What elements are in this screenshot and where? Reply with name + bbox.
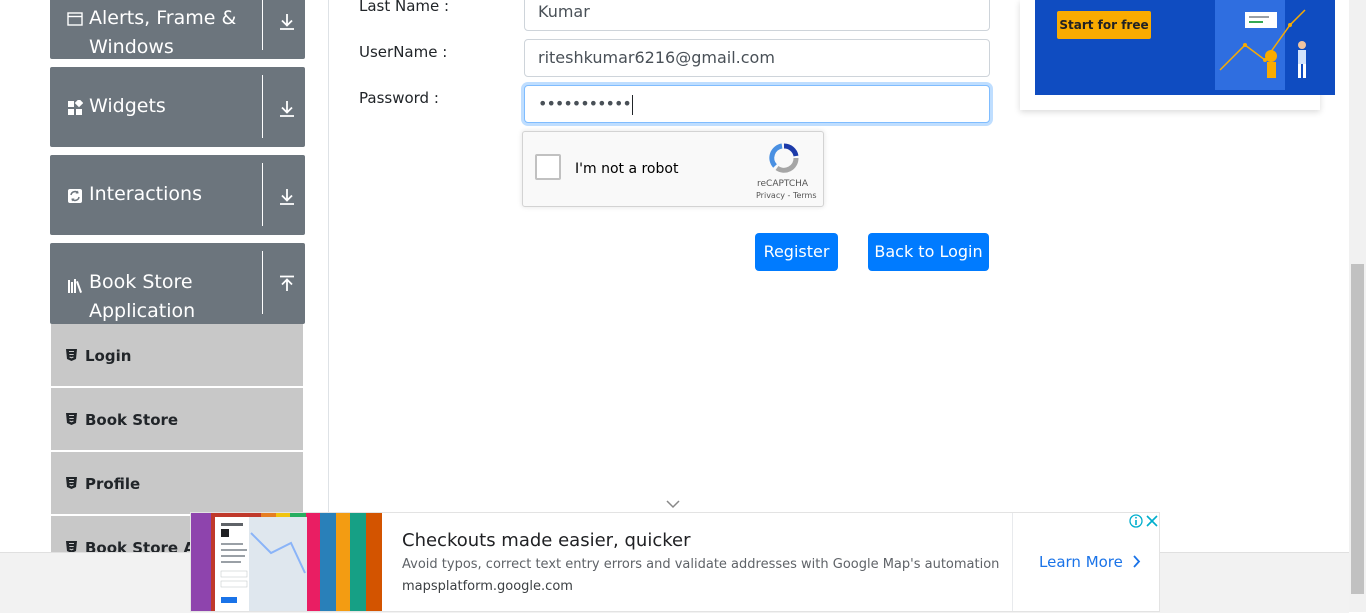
sidebar-item-label: Book Store [85,411,179,429]
chevron-right-icon [1133,555,1140,568]
books-icon [68,279,82,293]
ad-illustration [1215,0,1306,90]
scrollbar-thumb[interactable] [1351,264,1364,594]
learn-more-label: Learn More [1039,553,1123,571]
text-cursor [631,94,633,115]
divider [262,75,263,138]
sidebar-group-book-store-application[interactable]: Book Store Application [50,243,305,324]
divider [262,0,263,50]
upload-arrow-icon[interactable] [277,275,297,295]
bottom-ad-banner[interactable]: Checkouts made easier, quicker Avoid typ… [190,512,1160,612]
ad-info-icon[interactable] [1129,514,1143,528]
ad-close-icon[interactable] [1145,514,1159,528]
sidebar-item-label: Login [85,347,132,365]
sidebar-group-alerts-frame-windows[interactable]: Alerts, Frame & Windows [50,0,305,59]
recaptcha-label: I'm not a robot [575,161,679,177]
sidebar-group-interactions[interactable]: Interactions [50,155,305,235]
ad-title: Checkouts made easier, quicker [402,530,691,551]
right-ad-banner[interactable]: Start for free [1035,0,1335,95]
username-label: UserName : [359,43,448,61]
ad-domain: mapsplatform.google.com [402,579,573,594]
ad-description: Avoid typos, correct text entry errors a… [402,557,1000,572]
back-to-login-button[interactable]: Back to Login [868,233,989,271]
sidebar-group-label: Interactions [89,183,202,205]
username-field[interactable]: riteshkumar6216@gmail.com [524,39,990,77]
sidebar-divider [328,0,329,552]
register-button[interactable]: Register [755,233,838,271]
password-value: ••••••••••• [538,94,632,113]
download-arrow-icon[interactable] [277,99,297,119]
html5-icon [66,349,77,361]
learn-more-button[interactable]: Learn More [1039,553,1141,571]
password-label: Password : [359,89,439,107]
html5-icon [66,413,77,425]
sidebar-item-login[interactable]: Login [51,324,303,386]
password-field[interactable]: ••••••••••• [524,85,990,123]
sidebar-group-label: Widgets [89,95,166,117]
divider [262,251,263,314]
sidebar-group-widgets[interactable]: Widgets [50,67,305,147]
html5-icon [66,477,77,489]
sidebar-item-label: Profile [85,475,141,493]
download-arrow-icon[interactable] [277,12,297,32]
recaptcha-brand: reCAPTCHA [757,179,809,189]
sidebar-item-profile[interactable]: Profile [51,452,303,514]
recaptcha-widget: I'm not a robot reCAPTCHA Privacy - Term… [522,131,824,207]
recaptcha-checkbox[interactable] [535,154,561,180]
interactions-icon [68,189,82,203]
recaptcha-logo-icon [769,143,799,173]
sidebar-group-label: Alerts, Frame & Windows [89,7,237,58]
ad-cta-divider [1012,513,1013,611]
download-arrow-icon[interactable] [277,187,297,207]
last-name-field[interactable]: Kumar [524,0,990,31]
chevron-down-icon [666,500,680,509]
window-icon [67,12,83,26]
sidebar-group-label: Book Store Application [89,271,196,322]
ad-image [191,513,382,611]
last-name-label: Last Name : [359,0,450,15]
widgets-icon [68,100,83,115]
start-for-free-button[interactable]: Start for free [1057,11,1151,39]
sidebar-item-book-store[interactable]: Book Store [51,388,303,450]
divider [262,163,263,226]
recaptcha-links[interactable]: Privacy - Terms [756,191,817,200]
